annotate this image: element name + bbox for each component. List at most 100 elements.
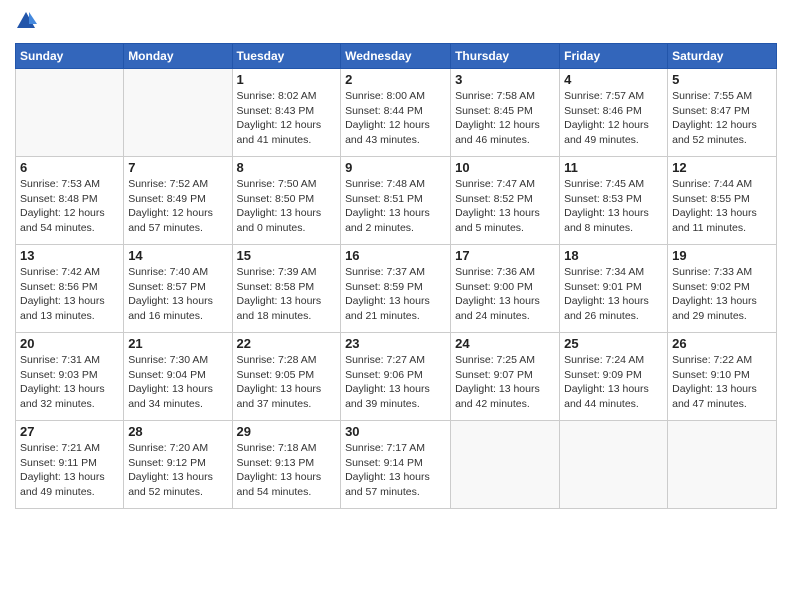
day-info: Sunrise: 7:48 AMSunset: 8:51 PMDaylight:…	[345, 177, 446, 236]
day-number: 25	[564, 336, 663, 351]
logo-icon	[15, 10, 37, 32]
week-row-5: 27 Sunrise: 7:21 AMSunset: 9:11 PMDayligh…	[16, 421, 777, 509]
day-info: Sunrise: 7:18 AMSunset: 9:13 PMDaylight:…	[237, 441, 337, 500]
weekday-wednesday: Wednesday	[341, 44, 451, 69]
calendar-cell: 6 Sunrise: 7:53 AMSunset: 8:48 PMDaylight…	[16, 157, 124, 245]
day-info: Sunrise: 7:53 AMSunset: 8:48 PMDaylight:…	[20, 177, 119, 236]
day-number: 26	[672, 336, 772, 351]
week-row-1: 1Sunrise: 8:02 AMSunset: 8:43 PMDaylight…	[16, 69, 777, 157]
day-info: Sunrise: 7:27 AMSunset: 9:06 PMDaylight:…	[345, 353, 446, 412]
day-number: 4	[564, 72, 663, 87]
calendar-cell: 27 Sunrise: 7:21 AMSunset: 9:11 PMDayligh…	[16, 421, 124, 509]
day-info: Sunrise: 7:58 AMSunset: 8:45 PMDaylight:…	[455, 89, 555, 148]
day-number: 21	[128, 336, 227, 351]
day-info: Sunrise: 7:55 AMSunset: 8:47 PMDaylight:…	[672, 89, 772, 148]
weekday-header-row: SundayMondayTuesdayWednesdayThursdayFrid…	[16, 44, 777, 69]
day-number: 5	[672, 72, 772, 87]
calendar-cell: 15 Sunrise: 7:39 AMSunset: 8:58 PMDayligh…	[232, 245, 341, 333]
calendar-cell: 3Sunrise: 7:58 AMSunset: 8:45 PMDaylight…	[451, 69, 560, 157]
day-info: Sunrise: 7:21 AMSunset: 9:11 PMDaylight:…	[20, 441, 119, 500]
calendar-cell	[560, 421, 668, 509]
day-info: Sunrise: 8:00 AMSunset: 8:44 PMDaylight:…	[345, 89, 446, 148]
day-info: Sunrise: 7:44 AMSunset: 8:55 PMDaylight:…	[672, 177, 772, 236]
day-number: 24	[455, 336, 555, 351]
calendar-cell: 24Sunrise: 7:25 AMSunset: 9:07 PMDayligh…	[451, 333, 560, 421]
logo-text	[15, 10, 37, 37]
day-number: 6	[20, 160, 119, 175]
calendar-cell: 30Sunrise: 7:17 AMSunset: 9:14 PMDayligh…	[341, 421, 451, 509]
calendar-cell: 1Sunrise: 8:02 AMSunset: 8:43 PMDaylight…	[232, 69, 341, 157]
day-number: 18	[564, 248, 663, 263]
calendar-cell	[668, 421, 777, 509]
calendar-cell: 17 Sunrise: 7:36 AMSunset: 9:00 PMDayligh…	[451, 245, 560, 333]
calendar-cell	[16, 69, 124, 157]
calendar-cell: 25 Sunrise: 7:24 AMSunset: 9:09 PMDayligh…	[560, 333, 668, 421]
calendar-cell: 10Sunrise: 7:47 AMSunset: 8:52 PMDayligh…	[451, 157, 560, 245]
day-number: 20	[20, 336, 119, 351]
calendar-cell: 4 Sunrise: 7:57 AMSunset: 8:46 PMDaylight…	[560, 69, 668, 157]
weekday-friday: Friday	[560, 44, 668, 69]
day-number: 19	[672, 248, 772, 263]
day-info: Sunrise: 7:40 AMSunset: 8:57 PMDaylight:…	[128, 265, 227, 324]
day-info: Sunrise: 7:36 AMSunset: 9:00 PMDaylight:…	[455, 265, 555, 324]
day-number: 7	[128, 160, 227, 175]
day-number: 8	[237, 160, 337, 175]
day-info: Sunrise: 7:33 AMSunset: 9:02 PMDaylight:…	[672, 265, 772, 324]
weekday-thursday: Thursday	[451, 44, 560, 69]
calendar-cell: 12 Sunrise: 7:44 AMSunset: 8:55 PMDayligh…	[668, 157, 777, 245]
day-info: Sunrise: 7:20 AMSunset: 9:12 PMDaylight:…	[128, 441, 227, 500]
day-number: 23	[345, 336, 446, 351]
logo	[15, 10, 37, 37]
day-info: Sunrise: 7:24 AMSunset: 9:09 PMDaylight:…	[564, 353, 663, 412]
day-number: 2	[345, 72, 446, 87]
calendar-cell: 5 Sunrise: 7:55 AMSunset: 8:47 PMDaylight…	[668, 69, 777, 157]
day-number: 11	[564, 160, 663, 175]
header	[15, 10, 777, 37]
day-info: Sunrise: 7:17 AMSunset: 9:14 PMDaylight:…	[345, 441, 446, 500]
calendar-cell: 16Sunrise: 7:37 AMSunset: 8:59 PMDayligh…	[341, 245, 451, 333]
calendar-cell: 7Sunrise: 7:52 AMSunset: 8:49 PMDaylight…	[124, 157, 232, 245]
calendar-cell: 22Sunrise: 7:28 AMSunset: 9:05 PMDayligh…	[232, 333, 341, 421]
day-number: 10	[455, 160, 555, 175]
week-row-3: 13 Sunrise: 7:42 AMSunset: 8:56 PMDayligh…	[16, 245, 777, 333]
day-info: Sunrise: 7:50 AMSunset: 8:50 PMDaylight:…	[237, 177, 337, 236]
day-info: Sunrise: 7:34 AMSunset: 9:01 PMDaylight:…	[564, 265, 663, 324]
day-number: 28	[128, 424, 227, 439]
calendar-cell: 20 Sunrise: 7:31 AMSunset: 9:03 PMDayligh…	[16, 333, 124, 421]
calendar-cell: 2 Sunrise: 8:00 AMSunset: 8:44 PMDaylight…	[341, 69, 451, 157]
page: SundayMondayTuesdayWednesdayThursdayFrid…	[0, 0, 792, 612]
calendar-cell: 19 Sunrise: 7:33 AMSunset: 9:02 PMDayligh…	[668, 245, 777, 333]
day-info: Sunrise: 7:37 AMSunset: 8:59 PMDaylight:…	[345, 265, 446, 324]
day-number: 15	[237, 248, 337, 263]
day-info: Sunrise: 7:31 AMSunset: 9:03 PMDaylight:…	[20, 353, 119, 412]
day-number: 12	[672, 160, 772, 175]
calendar-cell: 11 Sunrise: 7:45 AMSunset: 8:53 PMDayligh…	[560, 157, 668, 245]
day-number: 9	[345, 160, 446, 175]
day-info: Sunrise: 7:57 AMSunset: 8:46 PMDaylight:…	[564, 89, 663, 148]
day-info: Sunrise: 7:22 AMSunset: 9:10 PMDaylight:…	[672, 353, 772, 412]
day-number: 13	[20, 248, 119, 263]
day-number: 14	[128, 248, 227, 263]
weekday-monday: Monday	[124, 44, 232, 69]
day-number: 1	[237, 72, 337, 87]
week-row-4: 20 Sunrise: 7:31 AMSunset: 9:03 PMDayligh…	[16, 333, 777, 421]
calendar-cell: 9 Sunrise: 7:48 AMSunset: 8:51 PMDaylight…	[341, 157, 451, 245]
day-info: Sunrise: 7:42 AMSunset: 8:56 PMDaylight:…	[20, 265, 119, 324]
calendar-cell: 21Sunrise: 7:30 AMSunset: 9:04 PMDayligh…	[124, 333, 232, 421]
day-number: 17	[455, 248, 555, 263]
day-number: 29	[237, 424, 337, 439]
calendar-cell: 28 Sunrise: 7:20 AMSunset: 9:12 PMDayligh…	[124, 421, 232, 509]
calendar-body: 1Sunrise: 8:02 AMSunset: 8:43 PMDaylight…	[16, 69, 777, 509]
calendar-cell	[451, 421, 560, 509]
calendar: SundayMondayTuesdayWednesdayThursdayFrid…	[15, 43, 777, 509]
day-info: Sunrise: 7:28 AMSunset: 9:05 PMDaylight:…	[237, 353, 337, 412]
weekday-sunday: Sunday	[16, 44, 124, 69]
calendar-cell: 8 Sunrise: 7:50 AMSunset: 8:50 PMDaylight…	[232, 157, 341, 245]
day-number: 27	[20, 424, 119, 439]
day-info: Sunrise: 7:45 AMSunset: 8:53 PMDaylight:…	[564, 177, 663, 236]
weekday-tuesday: Tuesday	[232, 44, 341, 69]
calendar-cell: 14 Sunrise: 7:40 AMSunset: 8:57 PMDayligh…	[124, 245, 232, 333]
calendar-cell: 26 Sunrise: 7:22 AMSunset: 9:10 PMDayligh…	[668, 333, 777, 421]
calendar-cell	[124, 69, 232, 157]
day-info: Sunrise: 7:39 AMSunset: 8:58 PMDaylight:…	[237, 265, 337, 324]
